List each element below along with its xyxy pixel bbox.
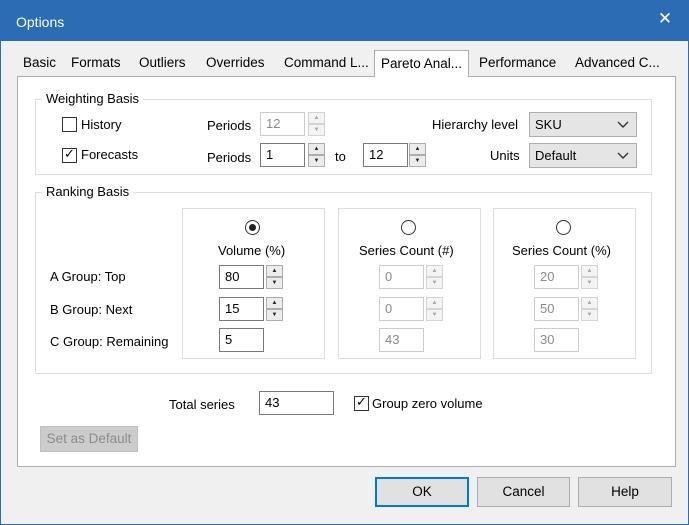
tab-overrides[interactable]: Overrides (200, 54, 271, 76)
series-count-number-radio[interactable] (401, 220, 416, 235)
series-percent-b-stepper[interactable]: ▲ ▼ (581, 297, 598, 321)
spin-down-icon[interactable]: ▼ (426, 277, 443, 289)
history-label: History (81, 117, 122, 132)
spin-up-icon[interactable]: ▲ (308, 143, 325, 155)
spin-down-icon[interactable]: ▼ (266, 277, 283, 289)
history-checkbox[interactable] (62, 117, 77, 132)
spin-down-icon[interactable]: ▼ (426, 309, 443, 321)
row-label-b-group: B Group: Next (50, 302, 133, 317)
forecast-periods-to-stepper[interactable]: ▲ ▼ (409, 143, 426, 167)
total-series-label: Total series (169, 397, 235, 412)
spin-down-icon[interactable]: ▼ (581, 309, 598, 321)
checkmark-icon: ✓ (64, 146, 75, 161)
forecast-periods-label: Periods (207, 150, 252, 165)
series-count-percent-header: Series Count (%) (512, 243, 611, 258)
spin-down-icon[interactable]: ▼ (308, 155, 325, 167)
spin-down-icon[interactable]: ▼ (308, 124, 325, 136)
forecast-periods-to-input[interactable]: 12 (363, 143, 408, 167)
spin-up-icon[interactable]: ▲ (409, 143, 426, 155)
title-bar: Options ✕ (1, 1, 688, 41)
total-series-field[interactable]: 43 (259, 391, 334, 415)
hierarchy-level-label: Hierarchy level (432, 117, 518, 132)
row-label-a-group: A Group: Top (50, 269, 126, 284)
set-as-default-button[interactable]: Set as Default (40, 426, 138, 452)
volume-a-stepper[interactable]: ▲ ▼ (266, 265, 283, 289)
volume-a-input[interactable]: 80 (219, 265, 264, 289)
group-zero-volume-label: Group zero volume (372, 396, 483, 411)
close-icon[interactable]: ✕ (650, 6, 680, 32)
units-label: Units (490, 148, 520, 163)
hierarchy-level-value: SKU (535, 117, 562, 132)
series-count-b-stepper[interactable]: ▲ ▼ (426, 297, 443, 321)
weighting-basis-title: Weighting Basis (42, 91, 143, 106)
spin-up-icon[interactable]: ▲ (426, 297, 443, 309)
tab-performance[interactable]: Performance (473, 54, 562, 76)
hierarchy-level-select[interactable]: SKU (529, 112, 637, 137)
forecast-periods-from-stepper[interactable]: ▲ ▼ (308, 143, 325, 167)
volume-percent-panel: Volume (%) 80 ▲ ▼ 15 ▲ ▼ 5 (182, 208, 325, 359)
window-title: Options (16, 14, 65, 30)
series-percent-c-input[interactable]: 30 (534, 328, 579, 352)
tab-advanced[interactable]: Advanced C... (569, 54, 666, 76)
volume-percent-radio[interactable] (245, 220, 260, 235)
spin-down-icon[interactable]: ▼ (409, 155, 426, 167)
checkmark-icon: ✓ (356, 394, 367, 409)
spin-up-icon[interactable]: ▲ (308, 112, 325, 124)
forecast-periods-from-input[interactable]: 1 (260, 143, 305, 167)
chevron-down-icon (617, 152, 629, 159)
series-count-number-panel: Series Count (#) 0 ▲ ▼ 0 ▲ ▼ 43 (338, 208, 481, 359)
units-select[interactable]: Default (529, 143, 637, 168)
series-percent-b-input[interactable]: 50 (534, 297, 579, 321)
series-count-a-input[interactable]: 0 (379, 265, 424, 289)
series-count-b-input[interactable]: 0 (379, 297, 424, 321)
series-count-number-header: Series Count (#) (359, 243, 454, 258)
spin-up-icon[interactable]: ▲ (266, 265, 283, 277)
tab-outliers[interactable]: Outliers (133, 54, 192, 76)
history-periods-stepper[interactable]: ▲ ▼ (308, 112, 325, 136)
weighting-basis-group: Weighting Basis History ✓ Forecasts Peri… (35, 91, 652, 175)
series-percent-a-input[interactable]: 20 (534, 265, 579, 289)
forecasts-checkbox[interactable]: ✓ (62, 146, 77, 163)
volume-b-input[interactable]: 15 (219, 297, 264, 321)
units-value: Default (535, 148, 577, 163)
volume-c-input[interactable]: 5 (219, 328, 264, 352)
tab-basic[interactable]: Basic (17, 54, 62, 76)
spin-down-icon[interactable]: ▼ (581, 277, 598, 289)
tab-pareto-analysis[interactable]: Pareto Anal... (374, 50, 470, 77)
to-label: to (335, 149, 346, 164)
series-count-c-input[interactable]: 43 (379, 328, 424, 352)
spin-up-icon[interactable]: ▲ (581, 297, 598, 309)
pareto-tab-page: Weighting Basis History ✓ Forecasts Peri… (17, 76, 676, 467)
tab-strip: Basic Formats Outliers Overrides Command… (17, 50, 677, 77)
history-periods-label: Periods (207, 118, 252, 133)
spin-up-icon[interactable]: ▲ (581, 265, 598, 277)
forecasts-label: Forecasts (81, 147, 139, 162)
history-periods-input[interactable]: 12 (260, 112, 305, 136)
series-percent-a-stepper[interactable]: ▲ ▼ (581, 265, 598, 289)
series-count-a-stepper[interactable]: ▲ ▼ (426, 265, 443, 289)
spin-down-icon[interactable]: ▼ (266, 309, 283, 321)
volume-percent-header: Volume (%) (218, 243, 286, 258)
spin-up-icon[interactable]: ▲ (426, 265, 443, 277)
group-zero-volume-checkbox[interactable]: ✓ (354, 394, 369, 411)
spin-up-icon[interactable]: ▲ (266, 297, 283, 309)
tab-formats[interactable]: Formats (65, 54, 127, 76)
options-dialog: Options ✕ Basic Formats Outliers Overrid… (0, 0, 689, 525)
volume-b-stepper[interactable]: ▲ ▼ (266, 297, 283, 321)
cancel-button[interactable]: Cancel (477, 477, 570, 507)
ok-button[interactable]: OK (375, 477, 469, 507)
ranking-basis-group: Ranking Basis A Group: Top B Group: Next… (35, 184, 652, 374)
series-count-percent-panel: Series Count (%) 20 ▲ ▼ 50 ▲ ▼ 30 (493, 208, 636, 359)
series-count-percent-radio[interactable] (556, 220, 571, 235)
radio-selected-dot (249, 224, 256, 231)
tab-command-line[interactable]: Command L... (278, 54, 375, 76)
chevron-down-icon (617, 121, 629, 128)
ranking-basis-title: Ranking Basis (42, 184, 134, 199)
row-label-c-group: C Group: Remaining (50, 334, 169, 349)
help-button[interactable]: Help (578, 477, 672, 507)
